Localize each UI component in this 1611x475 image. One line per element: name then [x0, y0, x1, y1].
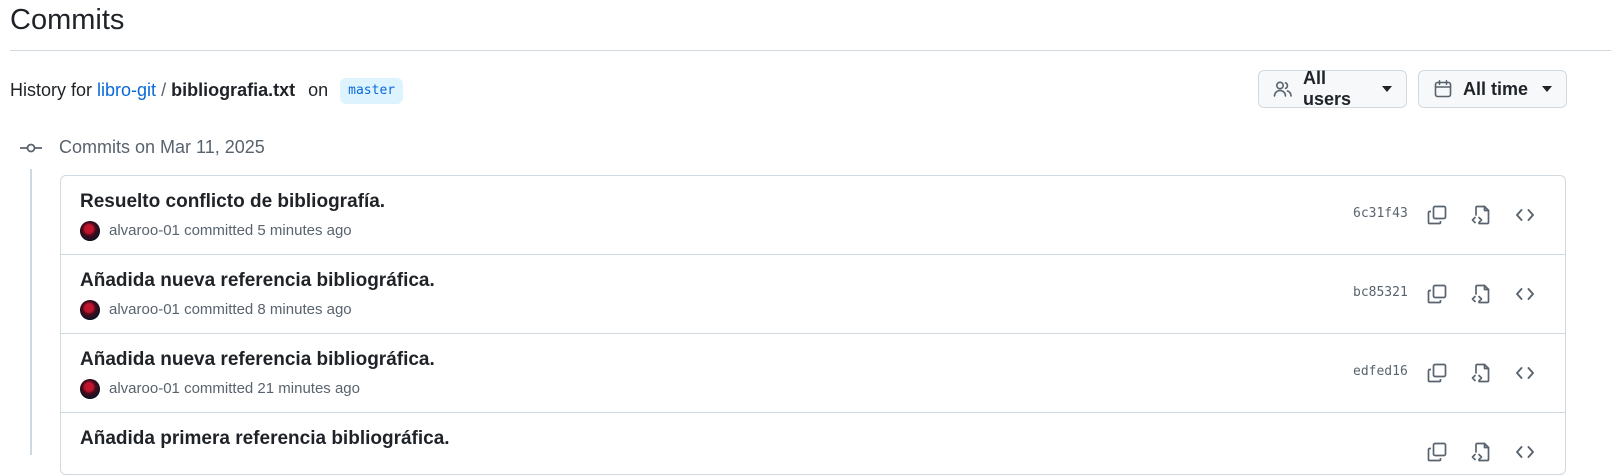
- file-code-icon[interactable]: [1468, 360, 1494, 386]
- calendar-icon: [1433, 79, 1453, 99]
- commit-group-label: Commits on Mar 11, 2025: [59, 137, 265, 157]
- on-label: on: [308, 80, 329, 100]
- code-icon[interactable]: [1512, 439, 1538, 465]
- author-link[interactable]: alvaroo-01: [109, 301, 180, 318]
- page-title: Commits: [10, 4, 125, 36]
- author-link[interactable]: alvaroo-01: [109, 380, 180, 397]
- all-time-button[interactable]: All time: [1418, 70, 1567, 108]
- commit-action: committed: [184, 301, 254, 318]
- commit-meta: alvaroo-01 committed 8 minutes ago: [80, 300, 352, 320]
- avatar[interactable]: [80, 300, 100, 320]
- all-users-label: All users: [1303, 68, 1352, 109]
- commit-title-link[interactable]: Añadida nueva referencia bibliográfica.: [80, 269, 435, 293]
- chevron-down-icon: [1382, 86, 1392, 92]
- copy-icon[interactable]: [1424, 360, 1450, 386]
- author-link[interactable]: alvaroo-01: [109, 222, 180, 239]
- commit-action: committed: [184, 222, 254, 239]
- commit-time: 8 minutes ago: [257, 301, 352, 318]
- repo-link[interactable]: libro-git: [97, 80, 156, 100]
- avatar[interactable]: [80, 379, 100, 399]
- code-icon[interactable]: [1512, 202, 1538, 228]
- commit-title-link[interactable]: Resuelto conflicto de bibliografía.: [80, 190, 385, 214]
- commit-time: 21 minutes ago: [257, 380, 360, 397]
- git-commit-icon: [20, 139, 42, 162]
- chevron-down-icon: [1542, 86, 1552, 92]
- all-users-button[interactable]: All users: [1258, 68, 1407, 109]
- commit-title-link[interactable]: Añadida primera referencia bibliográfica…: [80, 427, 450, 451]
- commit-row: Resuelto conflicto de bibliografía. alva…: [61, 176, 1565, 255]
- file-name: bibliografia.txt: [171, 80, 296, 100]
- commit-sha-link[interactable]: bc85321: [1353, 285, 1408, 300]
- commit-list: Resuelto conflicto de bibliografía. alva…: [60, 175, 1566, 475]
- commit-sha-link[interactable]: edfed16: [1353, 364, 1408, 379]
- title-divider: [10, 50, 1611, 51]
- commit-action: committed: [184, 380, 254, 397]
- copy-icon[interactable]: [1424, 281, 1450, 307]
- avatar[interactable]: [80, 221, 100, 241]
- commit-meta: alvaroo-01 committed 5 minutes ago: [80, 221, 352, 241]
- file-code-icon[interactable]: [1468, 202, 1494, 228]
- people-icon: [1273, 79, 1293, 99]
- all-time-label: All time: [1463, 78, 1529, 99]
- commit-title-link[interactable]: Añadida nueva referencia bibliográfica.: [80, 348, 435, 372]
- breadcrumb-separator: /: [161, 80, 167, 100]
- file-code-icon[interactable]: [1468, 281, 1494, 307]
- commit-row: Añadida nueva referencia bibliográfica. …: [61, 334, 1565, 413]
- history-prefix: History for: [10, 80, 93, 100]
- timeline-line: [30, 169, 32, 455]
- commit-row: Añadida primera referencia bibliográfica…: [61, 413, 1565, 474]
- branch-badge[interactable]: master: [340, 78, 404, 105]
- file-code-icon[interactable]: [1468, 439, 1494, 465]
- history-breadcrumb: History for libro-git / bibliografia.txt o…: [10, 78, 404, 105]
- code-icon[interactable]: [1512, 281, 1538, 307]
- commit-meta: alvaroo-01 committed 21 minutes ago: [80, 379, 360, 399]
- copy-icon[interactable]: [1424, 202, 1450, 228]
- commit-time: 5 minutes ago: [257, 222, 352, 239]
- code-icon[interactable]: [1512, 360, 1538, 386]
- commit-row: Añadida nueva referencia bibliográfica. …: [61, 255, 1565, 334]
- copy-icon[interactable]: [1424, 439, 1450, 465]
- commit-sha-link[interactable]: 6c31f43: [1353, 206, 1408, 221]
